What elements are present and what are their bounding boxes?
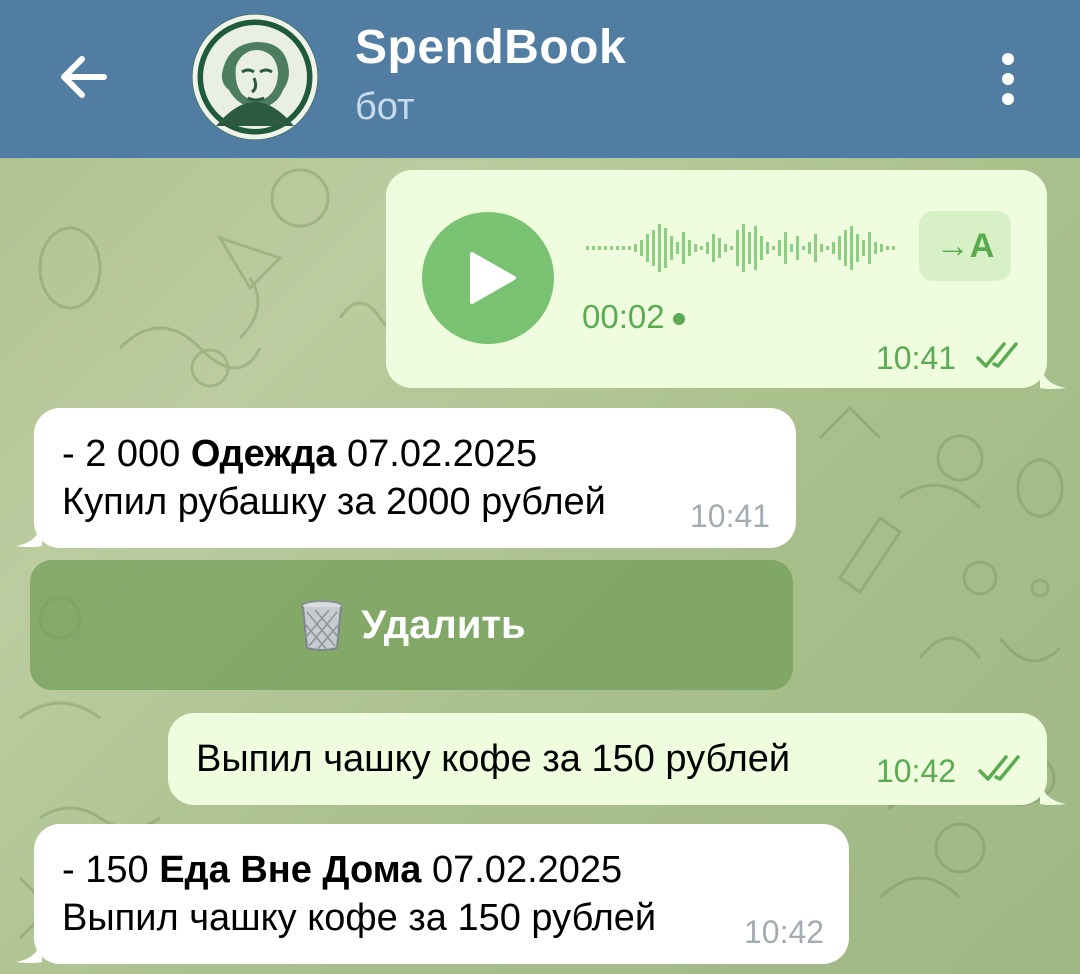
expense-date: 07.02.2025	[347, 433, 538, 475]
expense-category: Еда Вне Дома	[159, 849, 422, 891]
delete-button[interactable]: Удалить	[30, 560, 793, 690]
message-text: Выпил чашку кофе за 150 рублей	[196, 738, 791, 780]
avatar-portrait-image	[192, 14, 318, 140]
chat-header: SpendBook бот	[0, 0, 1080, 158]
chat-title[interactable]: SpendBook	[355, 20, 626, 75]
bot-avatar[interactable]	[192, 14, 318, 140]
unplayed-dot	[672, 313, 685, 326]
expense-amount: - 2 000	[62, 433, 181, 475]
incoming-message-bubble[interactable]: - 2 000 Одежда 07.02.2025 Купил рубашку …	[34, 408, 796, 548]
trash-icon	[301, 600, 344, 651]
expense-amount: - 150	[62, 849, 149, 891]
bubble-tail	[1040, 778, 1066, 805]
double-check-icon	[976, 342, 1018, 368]
message-time: 10:42	[744, 914, 825, 950]
bubble-tail	[1040, 362, 1066, 389]
bubble-tail	[16, 520, 42, 547]
play-button[interactable]	[422, 212, 554, 344]
voice-waveform	[586, 224, 895, 272]
chat-subtitle: бот	[355, 86, 415, 128]
bubble-tail	[16, 936, 42, 963]
message-text: - 2 000 Одежда 07.02.2025 Купил рубашку …	[62, 430, 606, 526]
expense-note: Купил рубашку за 2000 рублей	[62, 481, 606, 523]
back-button[interactable]	[52, 45, 116, 109]
more-options-button[interactable]	[985, 45, 1031, 109]
message-time: 10:41	[876, 340, 957, 376]
voice-message-bubble[interactable]: →A 00:02 10:41	[386, 170, 1047, 388]
expense-note: Выпил чашку кофе за 150 рублей	[62, 897, 657, 939]
voice-duration: 00:02	[582, 298, 685, 336]
transcribe-button[interactable]: →A	[919, 211, 1011, 281]
play-icon	[470, 252, 516, 304]
expense-date: 07.02.2025	[431, 849, 623, 891]
message-text: - 150 Еда Вне Дома 07.02.2025 Выпил чашк…	[62, 846, 656, 942]
message-time: 10:42	[876, 753, 957, 789]
arrow-left-icon	[61, 56, 107, 98]
double-check-icon	[978, 755, 1020, 781]
expense-category: Одежда	[190, 433, 337, 475]
incoming-message-bubble[interactable]: - 150 Еда Вне Дома 07.02.2025 Выпил чашк…	[34, 824, 849, 964]
delete-button-label: Удалить	[361, 602, 526, 647]
outgoing-message-bubble[interactable]: Выпил чашку кофе за 150 рублей 10:42	[168, 713, 1047, 805]
message-time: 10:41	[690, 498, 771, 534]
more-vertical-icon	[985, 45, 1031, 105]
